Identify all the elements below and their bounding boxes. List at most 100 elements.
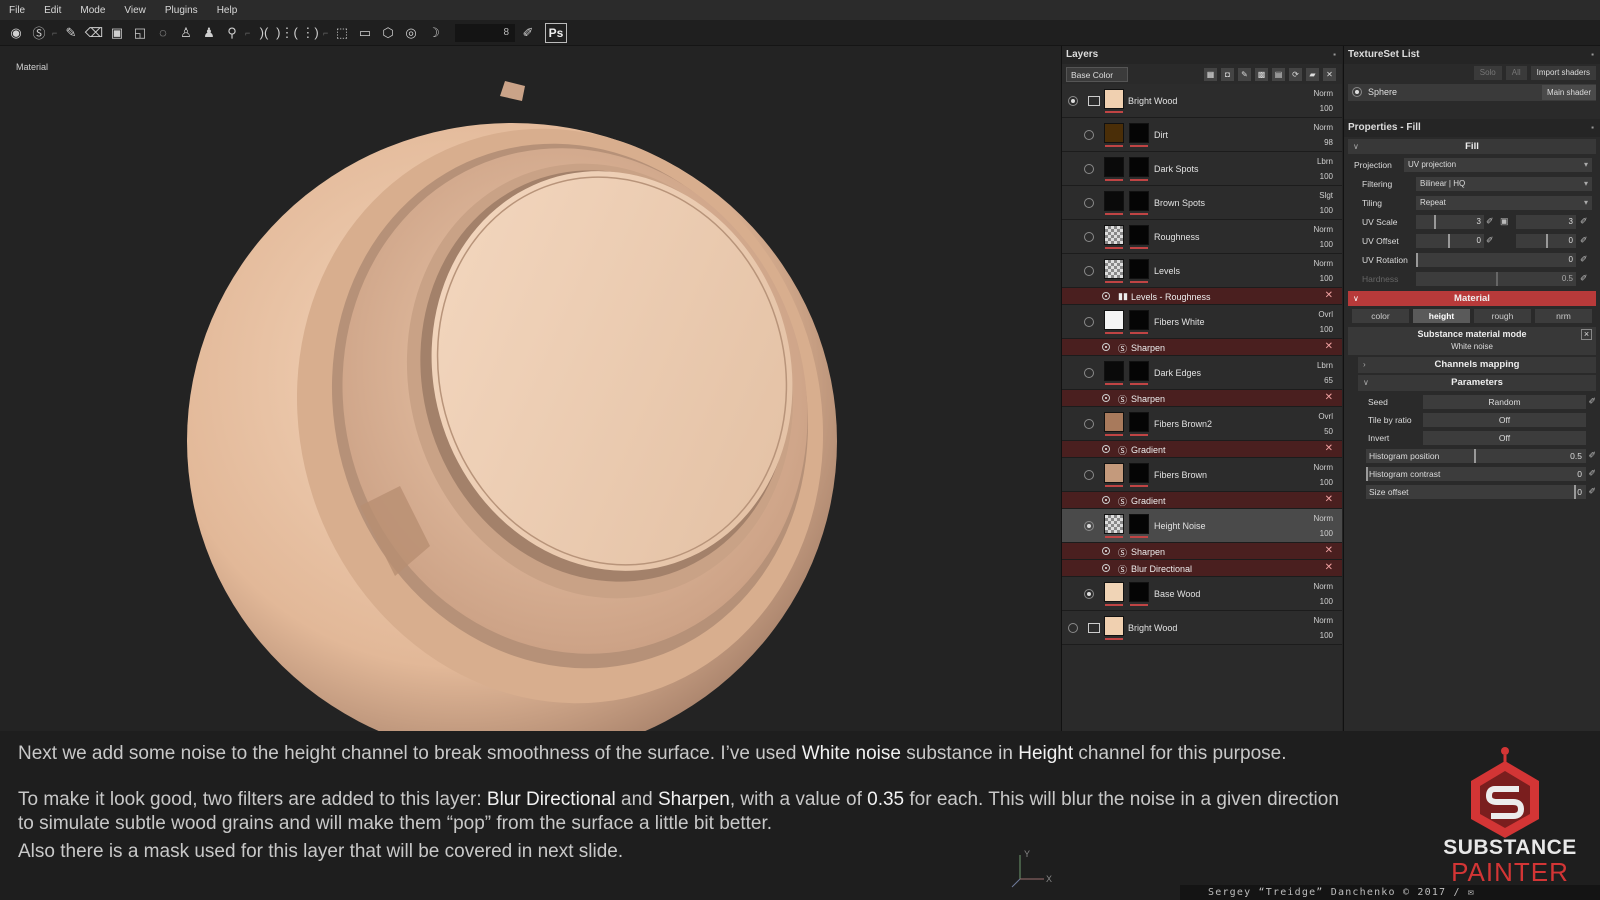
layer-row[interactable]: Dark Spots Lbrn 100 (1062, 152, 1342, 186)
panel-close-icon[interactable]: ▪ (1591, 46, 1594, 64)
pen-icon[interactable]: ✐ (1580, 273, 1588, 284)
folder-icon[interactable] (1088, 96, 1100, 106)
remove-effect-icon[interactable]: ✕ (1325, 443, 1333, 454)
tab-height[interactable]: height (1413, 309, 1470, 323)
layer-opacity[interactable]: 100 (1320, 104, 1333, 113)
material-sphere[interactable] (0, 46, 1060, 731)
pen-icon[interactable]: ✐ (1486, 235, 1494, 246)
remove-effect-icon[interactable]: ✕ (1325, 341, 1333, 352)
layer-row[interactable]: Dark Edges Lbrn 65 (1062, 356, 1342, 390)
layer-opacity[interactable]: 98 (1324, 138, 1333, 147)
display-2d-3d-icon[interactable]: ▭ (355, 23, 375, 43)
visibility-eye-icon[interactable] (1084, 232, 1094, 242)
layer-opacity[interactable]: 100 (1320, 631, 1333, 640)
layer-blend-mode[interactable]: Lbrn (1317, 157, 1333, 166)
layer-opacity[interactable]: 100 (1320, 325, 1333, 334)
smudge-icon[interactable]: ◌ (153, 23, 173, 43)
layer-blend-mode[interactable]: Norm (1313, 582, 1333, 591)
effect-visibility-icon[interactable] (1102, 564, 1110, 572)
layer-opacity[interactable]: 100 (1320, 597, 1333, 606)
tiling-dropdown[interactable]: Repeat (1416, 196, 1592, 210)
import-shaders-button[interactable]: Import shaders (1530, 66, 1596, 80)
paint-brush-icon[interactable]: ✎ (61, 23, 81, 43)
menu-plugins[interactable]: Plugins (156, 5, 208, 16)
layer-blend-mode[interactable]: Ovrl (1318, 310, 1333, 319)
remove-effect-icon[interactable]: ✕ (1325, 290, 1333, 301)
visibility-eye-icon[interactable] (1084, 198, 1094, 208)
layer-blend-mode[interactable]: Slgt (1319, 191, 1333, 200)
viewport-3d[interactable]: Material (0, 46, 1060, 731)
lock-icon[interactable]: ▣ (1500, 216, 1509, 227)
uv-scale-u-field[interactable]: 3 (1416, 215, 1484, 229)
layer-blend-mode[interactable]: Norm (1313, 123, 1333, 132)
layer-effect-row[interactable]: ▮▮ Levels - Roughness ✕ (1062, 288, 1342, 305)
layer-row[interactable]: Brown Spots Slgt 100 (1062, 186, 1342, 220)
shader-dropdown[interactable]: Main shader (1541, 85, 1596, 100)
layer-blend-mode[interactable]: Norm (1313, 89, 1333, 98)
layer-blend-mode[interactable]: Norm (1313, 463, 1333, 472)
channel-dropdown[interactable]: Base Color (1066, 66, 1128, 82)
folder-icon[interactable]: ▰ (1306, 67, 1319, 81)
menu-file[interactable]: File (0, 5, 35, 16)
visibility-eye-icon[interactable] (1084, 266, 1094, 276)
seed-button[interactable]: Random (1423, 395, 1586, 409)
histogram-contrast-slider[interactable]: Histogram contrast 0 (1366, 467, 1586, 481)
layer-row[interactable]: Base Wood Norm 100 (1062, 577, 1342, 611)
layer-blend-mode[interactable]: Norm (1313, 514, 1333, 523)
layer-effect-row[interactable]: Ⓢ Sharpen ✕ (1062, 543, 1342, 560)
brush-size-field[interactable]: 8 (455, 23, 515, 42)
pen-icon[interactable]: ✐ (1486, 216, 1494, 227)
layer-row[interactable]: Fibers White Ovrl 100 (1062, 305, 1342, 339)
visibility-eye-icon[interactable] (1084, 521, 1094, 531)
all-button[interactable]: All (1505, 66, 1527, 80)
remove-effect-icon[interactable]: ✕ (1325, 562, 1333, 573)
visibility-eye-icon[interactable] (1084, 317, 1094, 327)
layer-row[interactable]: Levels Norm 100 (1062, 254, 1342, 288)
layer-effect-row[interactable]: Ⓢ Blur Directional ✕ (1062, 560, 1342, 577)
effect-visibility-icon[interactable] (1102, 496, 1110, 504)
photoshop-export-button[interactable]: Ps (545, 22, 567, 43)
layer-blend-mode[interactable]: Norm (1313, 616, 1333, 625)
channels-mapping-header[interactable]: › Channels mapping (1358, 357, 1596, 373)
material-mode-dropdown[interactable]: White noise (1348, 342, 1596, 351)
visibility-eye-icon[interactable] (1084, 589, 1094, 599)
uv-rotation-field[interactable]: 0 (1416, 253, 1576, 267)
layer-row[interactable]: Fibers Brown2 Ovrl 50 (1062, 407, 1342, 441)
polygon-fill-icon[interactable]: ◱ (130, 23, 150, 43)
remove-effect-icon[interactable]: ✕ (1325, 494, 1333, 505)
layer-row[interactable]: Roughness Norm 100 (1062, 220, 1342, 254)
pen-icon[interactable]: ✐ (1588, 468, 1596, 479)
layer-row[interactable]: Bright Wood Norm 100 (1062, 84, 1342, 118)
pen-icon[interactable]: ✐ (1588, 450, 1596, 461)
visibility-eye-icon[interactable] (1084, 419, 1094, 429)
panel-close-icon[interactable]: ▪ (1333, 46, 1336, 64)
solo-button[interactable]: Solo (1473, 66, 1502, 80)
menu-view[interactable]: View (115, 5, 156, 16)
menu-mode[interactable]: Mode (71, 5, 115, 16)
layer-row[interactable]: Dirt Norm 98 (1062, 118, 1342, 152)
tab-color[interactable]: color (1352, 309, 1409, 323)
size-offset-slider[interactable]: Size offset 0 (1366, 485, 1586, 499)
pen-icon[interactable]: ✐ (1580, 216, 1588, 227)
layer-opacity[interactable]: 50 (1324, 427, 1333, 436)
layer-effect-row[interactable]: Ⓢ Sharpen ✕ (1062, 339, 1342, 356)
visibility-eye-icon[interactable] (1084, 470, 1094, 480)
uv-offset-v-field[interactable]: 0 (1516, 234, 1576, 248)
substance-mode-icon[interactable]: ◉ (6, 23, 26, 43)
projection-icon[interactable]: ▣ (107, 23, 127, 43)
uv-scale-v-field[interactable]: 3 (1516, 215, 1576, 229)
fill-section-header[interactable]: ∨ Fill (1348, 139, 1596, 154)
clone-stamp-icon[interactable]: ♙ (176, 23, 196, 43)
remove-effect-icon[interactable]: ✕ (1325, 392, 1333, 403)
remove-effect-icon[interactable]: ✕ (1325, 545, 1333, 556)
layer-opacity[interactable]: 100 (1320, 172, 1333, 181)
layer-effect-row[interactable]: Ⓢ Gradient ✕ (1062, 492, 1342, 509)
substance-logo-icon[interactable]: Ⓢ (29, 23, 49, 43)
visibility-eye-icon[interactable] (1084, 164, 1094, 174)
color-picker-icon[interactable]: ⚲ (222, 23, 242, 43)
mirror-icon[interactable]: )⋮( (276, 23, 298, 43)
layer-opacity[interactable]: 100 (1320, 529, 1333, 538)
delete-layer-icon[interactable]: ✕ (1323, 67, 1336, 81)
filtering-dropdown[interactable]: Bilinear | HQ (1416, 177, 1592, 191)
histogram-position-slider[interactable]: Histogram position 0.5 (1366, 449, 1586, 463)
